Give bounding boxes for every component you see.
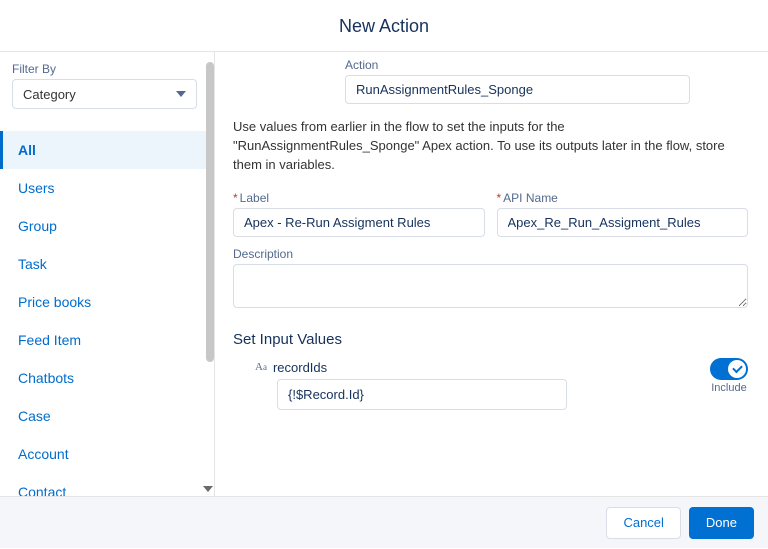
sidebar-item-feeditem[interactable]: Feed Item: [0, 321, 214, 359]
sidebar-item-group[interactable]: Group: [0, 207, 214, 245]
apiname-field-group: *API Name: [497, 191, 749, 237]
sidebar-item-all[interactable]: All: [0, 131, 214, 169]
modal-title: New Action: [0, 16, 768, 37]
filter-select-value: Category: [23, 87, 76, 102]
apiname-label: *API Name: [497, 191, 749, 205]
sidebar-scrollbar[interactable]: [206, 62, 214, 362]
sidebar-item-account[interactable]: Account: [0, 435, 214, 473]
sidebar-item-case[interactable]: Case: [0, 397, 214, 435]
modal-footer: Cancel Done: [0, 496, 768, 548]
action-input[interactable]: [345, 75, 690, 104]
apiname-input[interactable]: [497, 208, 749, 237]
text-type-icon: Aa: [255, 361, 267, 373]
include-label: Include: [710, 382, 748, 394]
sidebar-item-task[interactable]: Task: [0, 245, 214, 283]
modal-body: Filter By Category All Users Group Task …: [0, 52, 768, 497]
recordids-input[interactable]: [277, 379, 567, 410]
check-icon: [732, 362, 743, 373]
sidebar-item-chatbots[interactable]: Chatbots: [0, 359, 214, 397]
set-input-values-title: Set Input Values: [233, 331, 748, 348]
cancel-button[interactable]: Cancel: [606, 507, 680, 539]
category-list: All Users Group Task Price books Feed It…: [0, 131, 214, 549]
label-field-group: *Label: [233, 191, 485, 237]
sidebar-scroll-down-icon[interactable]: [202, 483, 214, 495]
helptext: Use values from earlier in the flow to s…: [233, 118, 748, 175]
label-label: *Label: [233, 191, 485, 205]
filter-select[interactable]: Category: [12, 79, 197, 109]
include-toggle[interactable]: [710, 358, 748, 380]
description-field-group: Description: [233, 247, 748, 311]
action-label: Action: [345, 58, 748, 72]
sidebar-item-pricebooks[interactable]: Price books: [0, 283, 214, 321]
done-button[interactable]: Done: [689, 507, 754, 539]
toggle-knob: [728, 360, 746, 378]
sidebar-item-users[interactable]: Users: [0, 169, 214, 207]
input-name: recordIds: [273, 360, 327, 375]
filterby-label: Filter By: [12, 62, 202, 76]
modal-header: New Action: [0, 0, 768, 52]
main-panel: Action Use values from earlier in the fl…: [215, 52, 768, 497]
input-row-recordids: Aa recordIds Include: [233, 360, 748, 410]
description-input[interactable]: [233, 264, 748, 308]
action-field-group: Action: [345, 58, 748, 104]
chevron-down-icon: [176, 91, 186, 97]
description-label: Description: [233, 247, 748, 261]
label-input[interactable]: [233, 208, 485, 237]
sidebar: Filter By Category All Users Group Task …: [0, 52, 215, 497]
